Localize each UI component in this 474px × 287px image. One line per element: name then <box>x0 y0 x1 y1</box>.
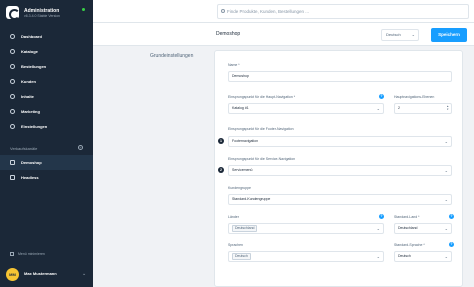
app-version: v6.3.4.0 Stable Version <box>24 14 60 18</box>
languages-multiselect[interactable]: Deutsch ⌄ <box>228 251 384 262</box>
default-country-value: Deutschland <box>398 226 418 230</box>
collapse-icon <box>10 252 14 257</box>
search-icon <box>221 9 225 13</box>
dashboard-icon <box>10 34 15 39</box>
help-icon[interactable]: ? <box>449 214 454 219</box>
sidebar-item-orders[interactable]: Bestellungen <box>0 59 93 74</box>
sidebar-item-demoshop[interactable]: Demoshop <box>0 155 93 170</box>
collapse-menu-label: Menü minimieren <box>18 252 45 256</box>
section-heading: Grundeinstellungen <box>150 53 194 59</box>
name-field[interactable]: Demoshop <box>228 71 452 82</box>
customers-icon <box>10 79 15 84</box>
countries-label: Länder <box>228 215 239 219</box>
service-navigation-label: Einsprungspunkt für die Service-Navigati… <box>228 157 296 161</box>
collapse-menu-button[interactable]: Menü minimieren <box>10 252 45 257</box>
country-tag[interactable]: Deutschland <box>232 225 258 232</box>
language-value: Deutsch <box>386 32 401 37</box>
main-navigation: Dashboard Kataloge Bestellungen Kunden I… <box>0 29 93 134</box>
navigation-levels-label: Hauptnavigations-Ebenen <box>394 95 435 99</box>
sidebar-item-label: Marketing <box>21 109 40 114</box>
sidebar-item-dashboard[interactable]: Dashboard <box>0 29 93 44</box>
chevron-down-icon: ⌄ <box>444 139 448 144</box>
sidebar-item-content[interactable]: Inhalte <box>0 89 93 104</box>
main-navigation-select[interactable]: Katalog #1 ⌄ <box>228 103 384 114</box>
name-value: Demoshop <box>232 74 249 78</box>
shopware-logo-icon[interactable] <box>6 6 20 20</box>
chevron-down-icon: ⌄ <box>411 32 415 37</box>
sidebar-item-label: Kunden <box>21 79 36 84</box>
sidebar-item-marketing[interactable]: Marketing <box>0 104 93 119</box>
smart-bar: Demoshop Deutsch ⌄ Speichern <box>93 23 474 46</box>
default-language-select[interactable]: Deutsch ⌄ <box>394 251 452 262</box>
language-tag[interactable]: Deutsch <box>232 253 251 260</box>
navigation-levels-value: 2 <box>398 106 400 110</box>
language-switch[interactable]: Deutsch ⌄ <box>381 29 419 41</box>
footer-navigation-value: Footernavigation <box>232 139 259 143</box>
sidebar-item-label: Headless <box>21 175 39 180</box>
top-bar: Finde Produkte, Kunden, Bestellungen ... <box>93 0 474 23</box>
sales-channels-title: Verkaufskanäle <box>10 146 38 151</box>
sidebar-item-customers[interactable]: Kunden <box>0 74 93 89</box>
settings-icon <box>10 124 15 129</box>
catalog-icon <box>10 49 15 54</box>
service-navigation-select[interactable]: Servicemenü ⌄ <box>228 165 452 176</box>
search-placeholder: Finde Produkte, Kunden, Bestellungen ... <box>227 9 310 14</box>
customer-group-value: Standard-Kundengruppe <box>232 197 271 201</box>
footer-navigation-select[interactable]: Footernavigation ⌄ <box>228 136 452 147</box>
chevron-down-icon: ⌄ <box>444 226 448 231</box>
step-marker-1: 1 <box>218 138 224 144</box>
step-marker-2: 2 <box>218 167 224 173</box>
chevron-down-icon: ⌄ <box>444 254 448 259</box>
sidebar: Administration v6.3.4.0 Stable Version D… <box>0 0 93 287</box>
chevron-down-icon: ⌄ <box>376 254 380 259</box>
content-icon <box>10 94 15 99</box>
customer-group-label: Kundengruppe <box>228 186 251 190</box>
sidebar-item-label: Dashboard <box>21 34 42 39</box>
default-language-label: Standard-Sprache * <box>394 243 425 247</box>
sales-channel-list: Demoshop Headless <box>0 155 93 185</box>
name-label: Name * <box>228 63 240 67</box>
page-title: Demoshop <box>216 31 241 37</box>
sidebar-item-label: Einstellungen <box>21 124 48 129</box>
chevron-down-icon: ⌄ <box>82 271 87 277</box>
main-navigation-value: Katalog #1 <box>232 106 249 110</box>
search-input[interactable]: Finde Produkte, Kunden, Bestellungen ... <box>217 4 469 19</box>
save-button[interactable]: Speichern <box>431 28 467 42</box>
user-name: Max Mustermann <box>24 271 57 276</box>
headless-icon <box>10 175 15 180</box>
service-navigation-value: Servicemenü <box>232 168 253 172</box>
countries-multiselect[interactable]: Deutschland ⌄ <box>228 223 384 234</box>
marketing-icon <box>10 109 15 114</box>
user-menu[interactable]: MM Max Mustermann ⌄ <box>0 262 93 287</box>
languages-label: Sprachen <box>228 243 243 247</box>
stepper-arrows-icon[interactable]: ▲ ▼ <box>447 105 449 111</box>
sidebar-item-catalog[interactable]: Kataloge <box>0 44 93 59</box>
sidebar-item-label: Inhalte <box>21 94 34 99</box>
sidebar-item-label: Demoshop <box>21 160 42 165</box>
sidebar-item-headless[interactable]: Headless <box>0 170 93 185</box>
storefront-icon <box>10 160 15 165</box>
sidebar-item-settings[interactable]: Einstellungen <box>0 119 93 134</box>
navigation-levels-stepper[interactable]: 2 ▲ ▼ <box>394 103 452 114</box>
chevron-down-icon: ⌄ <box>376 226 380 231</box>
chevron-down-icon: ⌄ <box>376 106 380 111</box>
status-indicator-icon <box>82 8 85 11</box>
help-icon[interactable]: ? <box>379 214 384 219</box>
chevron-down-icon: ⌄ <box>444 168 448 173</box>
default-country-label: Standard-Land * <box>394 215 420 219</box>
footer-navigation-label: Einsprungspunkt für die Footer-Navigatio… <box>228 127 294 131</box>
add-sales-channel-icon[interactable]: + <box>78 145 83 150</box>
orders-icon <box>10 64 15 69</box>
chevron-down-icon: ⌄ <box>444 197 448 202</box>
avatar: MM <box>6 268 19 281</box>
sidebar-item-label: Bestellungen <box>21 64 47 69</box>
help-icon[interactable]: ? <box>449 242 454 247</box>
default-language-value: Deutsch <box>398 254 411 258</box>
help-icon[interactable]: ? <box>379 94 384 99</box>
sidebar-item-label: Kataloge <box>21 49 38 54</box>
main-navigation-label: Einsprungspunkt für die Haupt-Navigation… <box>228 95 296 99</box>
basic-settings-card: Name * Demoshop Einsprungspunkt für die … <box>214 50 463 287</box>
default-country-select[interactable]: Deutschland ⌄ <box>394 223 452 234</box>
customer-group-select[interactable]: Standard-Kundengruppe ⌄ <box>228 194 452 205</box>
